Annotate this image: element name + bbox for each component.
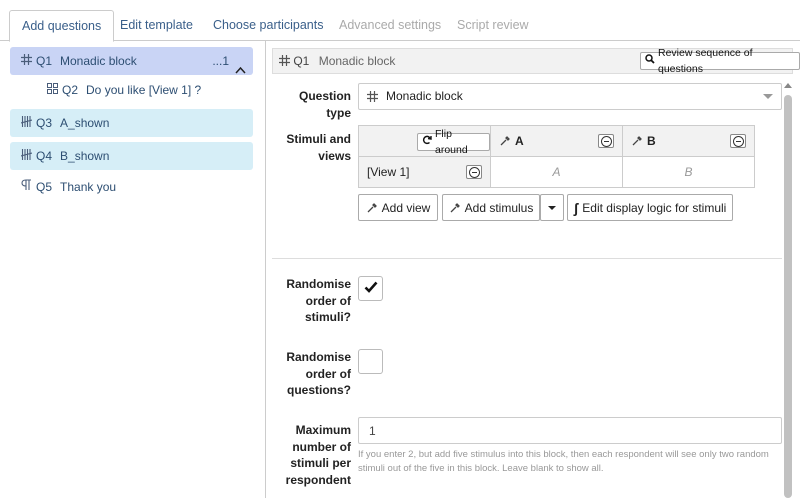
grid-icon (20, 47, 32, 75)
question-title: B_shown (60, 149, 110, 163)
question-type-value: Monadic block (386, 89, 463, 103)
stimulus-name: B (647, 134, 656, 148)
scrollbar-thumb[interactable] (784, 95, 792, 498)
remove-view-icon[interactable] (466, 165, 482, 179)
question-item-q3[interactable]: Q3 A_shown (10, 109, 253, 137)
add-view-label: Add view (381, 200, 431, 215)
question-list-panel: Q1 Monadic block ...1 Q2 Do you like [Vi… (0, 41, 266, 498)
question-extra: ...1 (212, 54, 229, 68)
chevron-up-icon[interactable] (235, 56, 246, 74)
stimuli-table: Flip around A B [View 1] A B (358, 125, 755, 188)
question-number: Q3 (36, 116, 53, 130)
question-number: Q5 (36, 180, 53, 194)
scroll-up-icon[interactable] (784, 83, 792, 88)
search-icon (645, 53, 655, 69)
dropper-icon (499, 135, 511, 147)
tab-advanced-settings[interactable]: Advanced settings (327, 10, 453, 41)
randomise-questions-checkbox[interactable] (358, 349, 383, 374)
question-type-label: Question type (298, 89, 351, 120)
add-stimulus-dropdown-button[interactable] (540, 194, 564, 221)
scrollbar[interactable] (783, 83, 793, 498)
header-question-number: Q1 (293, 54, 310, 68)
randomise-questions-label: Randomise order of questions? (286, 350, 351, 397)
tab-edit-template[interactable]: Edit template (108, 10, 205, 41)
question-item-q1[interactable]: Q1 Monadic block ...1 (10, 47, 253, 75)
question-title: Monadic block (60, 54, 137, 68)
question-item-q2[interactable]: Q2 Do you like [View 1] ? (36, 76, 253, 104)
review-sequence-label: Review sequence of questions (658, 47, 753, 75)
stimulus-cell-b[interactable]: B (622, 156, 755, 188)
tab-add-questions[interactable]: Add questions (9, 10, 115, 42)
question-item-q5[interactable]: Q5 Thank you (10, 173, 253, 201)
flip-around-button[interactable]: Flip around (417, 128, 490, 156)
randomise-stimuli-label: Randomise order of stimuli? (286, 277, 351, 324)
add-stimulus-label: Add stimulus (464, 200, 534, 215)
randomise-stimuli-checkbox[interactable] (358, 276, 383, 301)
add-stimulus-button[interactable]: Add stimulus (442, 194, 540, 221)
question-title: Thank you (60, 180, 117, 194)
stimulus-name: A (515, 134, 524, 148)
tab-choose-participants[interactable]: Choose participants (201, 10, 335, 41)
question-number: Q4 (36, 149, 53, 163)
refresh-icon (422, 134, 432, 150)
question-title: Do you like [View 1] ? (86, 83, 202, 97)
header-question-title: Monadic block (318, 54, 396, 68)
grid-icon (367, 91, 378, 102)
view-name[interactable]: [View 1] (359, 165, 409, 179)
question-title: A_shown (60, 116, 110, 130)
review-sequence-button[interactable]: Review sequence of questions (640, 47, 800, 75)
flip-around-label: Flip around (435, 128, 468, 156)
tally-icon (20, 109, 32, 137)
stimulus-cell-a[interactable]: A (490, 156, 623, 188)
edit-display-logic-button[interactable]: ʃ Edit display logic for stimuli (567, 194, 733, 221)
section-divider (272, 258, 782, 259)
max-stimuli-help: If you enter 2, but add five stimulus in… (358, 449, 769, 474)
tab-bar: Add questions Edit template Choose parti… (0, 0, 800, 42)
remove-stimulus-icon[interactable] (598, 134, 614, 148)
remove-stimulus-icon[interactable] (730, 134, 746, 148)
tab-script-review[interactable]: Script review (445, 10, 541, 41)
question-item-q4[interactable]: Q4 B_shown (10, 142, 253, 170)
max-stimuli-input[interactable] (358, 417, 782, 444)
logic-icon: ʃ (573, 199, 579, 216)
add-view-button[interactable]: Add view (358, 194, 438, 221)
question-type-select[interactable]: Monadic block (358, 83, 782, 110)
dropper-icon (449, 202, 461, 214)
edit-display-logic-label: Edit display logic for stimuli (582, 200, 727, 215)
dropper-icon (366, 202, 378, 214)
max-stimuli-label: Maximum number of stimuli per respondent (285, 423, 351, 487)
question-number: Q1 (36, 54, 53, 68)
caret-down-icon (548, 205, 556, 210)
stimuli-views-label: Stimuli and views (286, 132, 351, 163)
checkmark-icon (364, 281, 378, 296)
question-number: Q2 (62, 83, 79, 97)
caret-down-icon (763, 94, 773, 99)
grid-icon (279, 50, 290, 74)
paragraph-icon (20, 173, 32, 201)
dropper-icon (631, 135, 643, 147)
tally-icon (20, 142, 32, 170)
matrix-icon (46, 76, 58, 104)
